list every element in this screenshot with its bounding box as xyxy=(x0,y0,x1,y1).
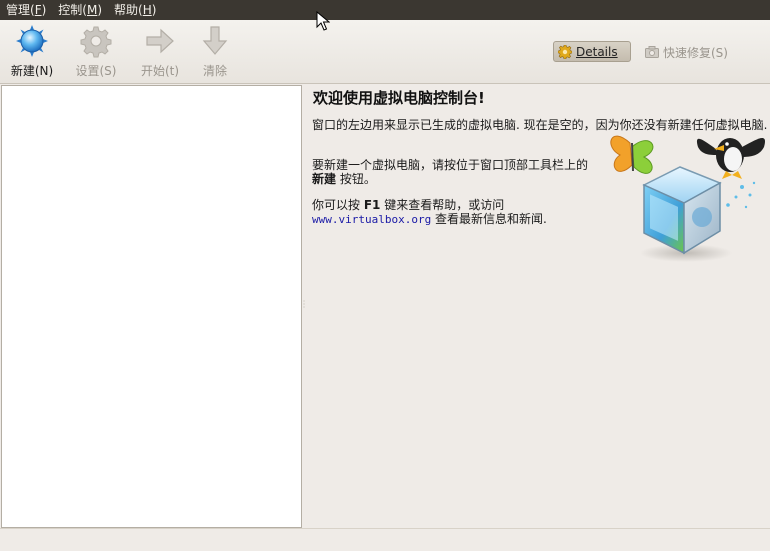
menu-bar: 管理(F) 控制(M) 帮助(H) xyxy=(0,0,770,20)
vm-list-panel[interactable] xyxy=(1,85,302,528)
start-button[interactable]: 开始(t) xyxy=(132,24,188,79)
welcome-paragraph-new-vm: 要新建一个虚拟电脑，请按位于窗口顶部工具栏上的 新建 按钮。 xyxy=(312,158,589,186)
mouse-cursor-icon xyxy=(316,11,330,31)
snapshots-button-label: 快速修复(S) xyxy=(663,45,728,60)
new-button[interactable]: 新建(N) xyxy=(4,24,60,79)
details-button-label: Details xyxy=(576,44,618,59)
start-button-label: 开始(t) xyxy=(140,64,180,78)
new-button-label: 新建(N) xyxy=(10,64,54,78)
gear-icon xyxy=(80,26,112,58)
settings-button-label: 设置(S) xyxy=(75,64,117,78)
new-vm-icon xyxy=(16,25,48,57)
menu-help[interactable]: 帮助(H) xyxy=(108,0,162,20)
welcome-panel: 欢迎使用虚拟电脑控制台! 窗口的左边用来显示已生成的虚拟电脑. 现在是空的，因为… xyxy=(306,85,770,526)
arrow-right-icon xyxy=(146,28,174,54)
virtualbox-logo-illustration xyxy=(610,135,766,262)
virtualbox-website-link[interactable]: www.virtualbox.org xyxy=(312,213,431,226)
discard-button[interactable]: 清除 xyxy=(187,24,243,79)
camera-icon xyxy=(645,46,659,58)
menu-control[interactable]: 控制(M) xyxy=(52,0,108,20)
settings-button[interactable]: 设置(S) xyxy=(68,24,124,79)
welcome-paragraph-help: 你可以按 F1 键来查看帮助，或访问 www.virtualbox.org 查看最… xyxy=(312,198,547,226)
welcome-title: 欢迎使用虚拟电脑控制台! xyxy=(313,89,485,107)
details-gear-icon xyxy=(558,44,572,59)
snapshots-button[interactable]: 快速修复(S) xyxy=(645,42,728,62)
details-button[interactable]: Details xyxy=(553,41,631,62)
main-toolbar: 新建(N) 设置(S) 开始(t) 清除 Details 快速修复(S) xyxy=(0,20,770,84)
arrow-down-icon xyxy=(202,26,228,55)
menu-manage[interactable]: 管理(F) xyxy=(0,0,52,20)
discard-button-label: 清除 xyxy=(202,64,227,78)
status-bar xyxy=(0,528,770,551)
